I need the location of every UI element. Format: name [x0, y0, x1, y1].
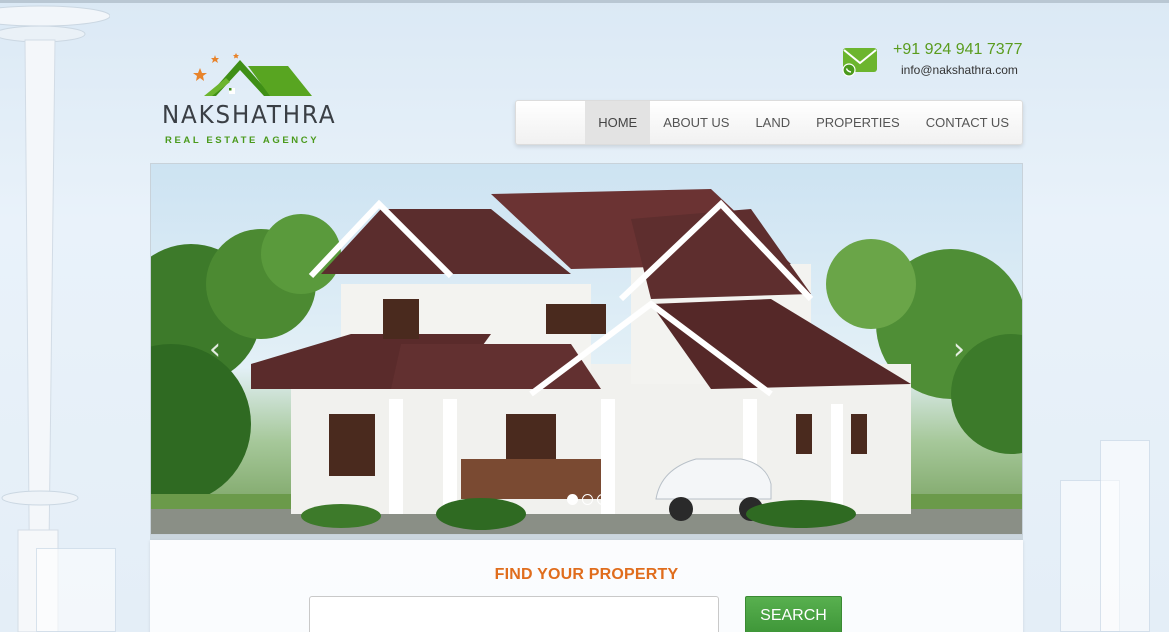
site-logo[interactable]: NAKSHATHRA REAL ESTATE AGENCY [160, 52, 335, 152]
nav-item-properties[interactable]: PROPERTIES [803, 101, 913, 144]
nav-item-land[interactable]: LAND [742, 101, 803, 144]
carousel-dot[interactable] [582, 494, 593, 505]
background-building [1100, 440, 1150, 632]
background-tower-illustration [0, 5, 110, 632]
search-input[interactable] [309, 596, 719, 632]
house-roof-logo-icon [193, 53, 312, 96]
nav-item-home[interactable]: HOME [585, 101, 651, 144]
carousel-dot[interactable] [597, 494, 608, 505]
nav-item-about-us[interactable]: ABOUT US [650, 101, 742, 144]
brand-tagline: REAL ESTATE AGENCY [165, 135, 320, 146]
top-border [0, 0, 1169, 3]
find-property-heading: FIND YOUR PROPERTY [494, 566, 679, 583]
contact-email[interactable]: info@nakshathra.com [901, 63, 1018, 77]
house-illustration [151, 189, 1022, 534]
carousel-prev-chevron-left-icon[interactable]: ‹ [203, 334, 227, 366]
search-button[interactable]: SEARCH [745, 596, 842, 632]
carousel-dot[interactable] [567, 494, 578, 505]
carousel-indicators [567, 494, 608, 505]
mail-phone-icon [842, 48, 877, 77]
main-navigation: HOME ABOUT US LAND PROPERTIES CONTACT US [515, 100, 1023, 145]
nav-item-contact-us[interactable]: CONTACT US [913, 101, 1022, 144]
hero-slider: ‹ › [150, 163, 1023, 535]
contact-phone[interactable]: +91 924 941 7377 [893, 41, 1022, 59]
brand-name: NAKSHATHRA [162, 100, 337, 129]
carousel-next-chevron-right-icon[interactable]: › [947, 334, 971, 366]
background-building [36, 548, 116, 632]
search-panel: FIND YOUR PROPERTY SEARCH [150, 540, 1023, 632]
